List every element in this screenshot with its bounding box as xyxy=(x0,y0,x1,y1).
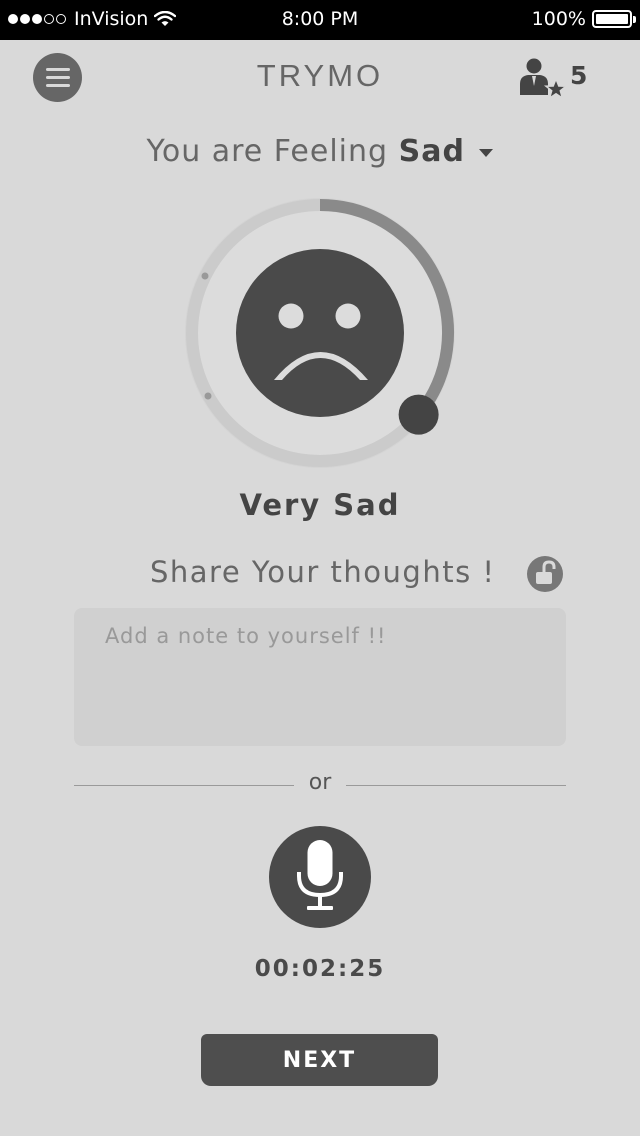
dial-tick xyxy=(201,272,209,280)
next-button[interactable]: NEXT xyxy=(201,1034,438,1086)
microphone-icon xyxy=(297,840,343,910)
friends-button[interactable]: 5 xyxy=(518,57,587,103)
recording-timer: 00:02:25 xyxy=(254,956,386,982)
note-input[interactable] xyxy=(74,608,566,746)
dial-tick xyxy=(204,392,212,400)
unlock-icon xyxy=(536,560,556,584)
status-right: 100% xyxy=(531,8,636,30)
feeling-prefix: You are Feeling xyxy=(146,134,389,169)
share-title: Share Your thoughts ! xyxy=(150,555,496,589)
sad-face-icon xyxy=(236,249,404,417)
privacy-toggle[interactable] xyxy=(527,556,563,592)
friends-count: 5 xyxy=(570,61,588,90)
divider-right xyxy=(346,785,566,786)
dial-handle[interactable] xyxy=(398,394,439,435)
status-bar: InVision 8:00 PM 100% xyxy=(0,0,640,40)
battery-percent: 100% xyxy=(531,8,586,30)
user-star-icon xyxy=(520,58,568,100)
caret-down-icon xyxy=(479,148,494,157)
mood-label: Very Sad xyxy=(239,488,401,522)
feeling-value: Sad xyxy=(398,134,465,169)
record-button[interactable] xyxy=(269,826,371,928)
mood-dial[interactable] xyxy=(180,193,460,473)
divider-text: or xyxy=(308,770,332,795)
feeling-dropdown[interactable]: You are Feeling Sad xyxy=(0,134,640,169)
battery-icon xyxy=(592,10,636,28)
